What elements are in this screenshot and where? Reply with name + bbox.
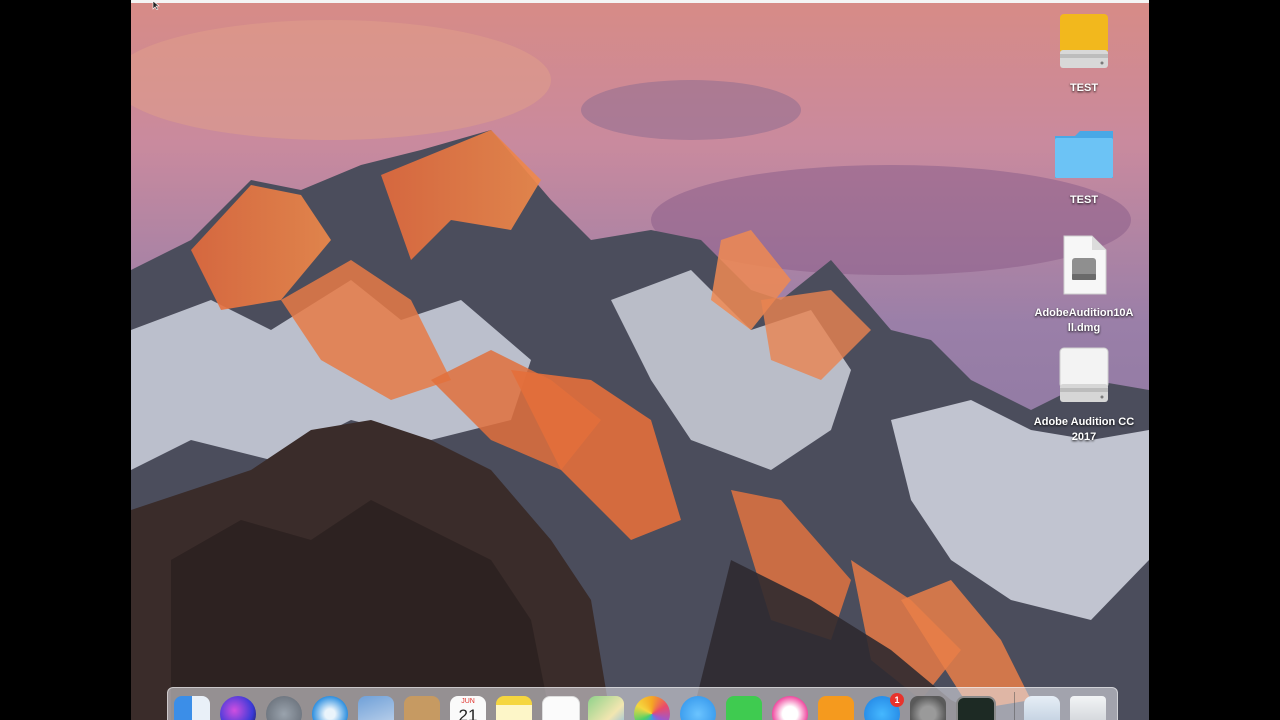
desktop-item-label-line2: 2017 (1071, 431, 1097, 443)
disk-image-icon (1063, 235, 1107, 295)
dock-separator (1014, 692, 1015, 720)
photos-icon[interactable] (634, 696, 670, 720)
maps-icon[interactable] (588, 696, 624, 720)
external-drive-icon (1060, 14, 1108, 68)
finder-icon[interactable] (174, 696, 210, 720)
ibooks-icon[interactable] (818, 696, 854, 720)
desktop-item-label: TEST (1069, 194, 1099, 206)
app-store-icon[interactable]: 1 (864, 693, 904, 720)
system-preferences-icon[interactable] (910, 696, 946, 720)
desktop-item-mounted-volume[interactable]: Adobe Audition CC 2017 (1024, 346, 1144, 445)
desktop-item-label: TEST (1069, 82, 1099, 94)
reminders-icon[interactable] (542, 696, 580, 720)
mounted-volume-icon (1059, 347, 1109, 402)
calendar-day-label: 21 (458, 706, 478, 720)
safari-icon[interactable] (312, 696, 348, 720)
menu-bar (131, 0, 1149, 3)
siri-icon[interactable] (220, 696, 256, 720)
facetime-icon[interactable] (726, 696, 762, 720)
downloads-stack-icon[interactable] (1024, 696, 1060, 720)
desktop-item-label-line1: Adobe Audition CC (1033, 416, 1135, 428)
desktop-item-test-drive[interactable]: TEST (1024, 12, 1144, 96)
trash-icon[interactable] (1070, 696, 1106, 720)
mouse-cursor-icon (152, 0, 160, 10)
desktop-screen: TEST TEST AdobeAudition10A ll.dmg Adobe … (131, 0, 1149, 720)
folder-icon (1055, 131, 1113, 178)
launchpad-icon[interactable] (266, 696, 302, 720)
contacts-icon[interactable] (404, 696, 440, 720)
calendar-icon[interactable]: JUN 21 (450, 696, 486, 720)
notification-badge: 1 (890, 693, 904, 707)
dock: JUN 21 1 (167, 687, 1118, 720)
desktop-item-test-folder[interactable]: TEST (1024, 128, 1144, 208)
itunes-icon[interactable] (772, 696, 808, 720)
desktop-item-label-line1: AdobeAudition10A (1034, 307, 1134, 319)
desktop-item-label-line2: ll.dmg (1067, 322, 1101, 334)
notes-icon[interactable] (496, 696, 532, 720)
mail-icon[interactable] (358, 696, 394, 720)
activity-monitor-icon[interactable] (956, 696, 996, 720)
wallpaper-mountain-image (131, 0, 1149, 720)
desktop-item-dmg-file[interactable]: AdobeAudition10A ll.dmg (1024, 234, 1144, 336)
messages-icon[interactable] (680, 696, 716, 720)
calendar-month-label: JUN (461, 698, 475, 705)
